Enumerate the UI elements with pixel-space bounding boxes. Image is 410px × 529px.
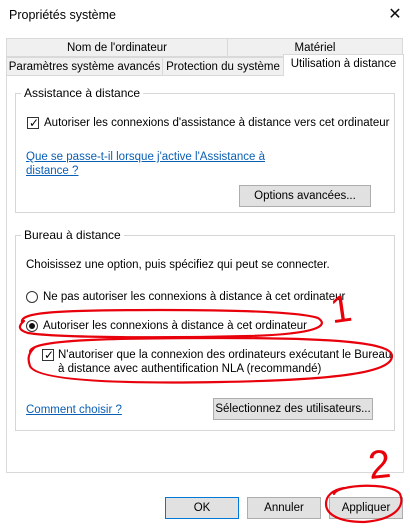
- allow-remote-radio[interactable]: [26, 320, 38, 332]
- remote-desktop-legend: Bureau à distance: [21, 228, 124, 242]
- checkmark-icon: ✓: [43, 348, 55, 362]
- ok-button[interactable]: OK: [165, 497, 239, 519]
- nla-label-line1: N'autoriser que la connexion des ordinat…: [58, 349, 392, 361]
- how-to-choose-link[interactable]: Comment choisir ?: [26, 403, 122, 418]
- assistance-help-link-line1[interactable]: Que se passe-t-il lorsque j'active l'Ass…: [26, 150, 265, 165]
- window-title: Propriétés système: [9, 8, 116, 22]
- deny-remote-label: Ne pas autoriser les connexions à distan…: [43, 291, 346, 303]
- tab-utilisation-distance[interactable]: Utilisation à distance: [283, 54, 404, 76]
- radio-selected-dot: [29, 323, 35, 329]
- checkmark-icon: ✓: [28, 116, 40, 130]
- remote-assistance-legend: Assistance à distance: [21, 86, 144, 100]
- nla-label-line2: à distance avec authentification NLA (re…: [58, 363, 322, 375]
- remote-desktop-instruction: Choisissez une option, puis spécifiez qu…: [26, 259, 330, 271]
- close-icon[interactable]: ✕: [384, 4, 406, 26]
- cancel-button[interactable]: Annuler: [247, 497, 321, 519]
- tab-protection-systeme[interactable]: Protection du système: [162, 57, 284, 76]
- apply-button[interactable]: Appliquer: [329, 497, 403, 519]
- nla-checkbox[interactable]: ✓: [42, 348, 55, 362]
- advanced-options-button[interactable]: Options avancées...: [239, 185, 371, 207]
- select-users-button[interactable]: Sélectionnez des utilisateurs...: [213, 398, 373, 420]
- tab-parametres-avances[interactable]: Paramètres système avancés: [6, 57, 163, 76]
- allow-assistance-label: Autoriser les connexions d'assistance à …: [44, 117, 390, 129]
- deny-remote-radio[interactable]: [26, 291, 38, 303]
- allow-remote-label: Autoriser les connexions à distance à ce…: [43, 320, 308, 332]
- assistance-help-link-line2[interactable]: distance ?: [26, 164, 78, 179]
- allow-assistance-checkbox[interactable]: ✓: [27, 116, 40, 130]
- tab-nom-ordinateur[interactable]: Nom de l'ordinateur: [6, 38, 228, 57]
